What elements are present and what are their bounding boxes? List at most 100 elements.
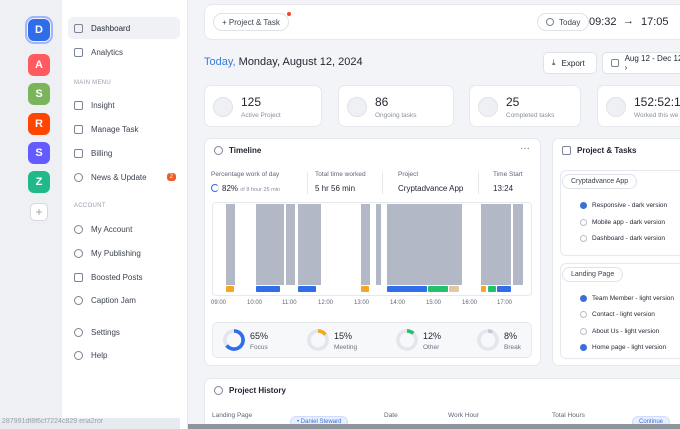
timeline-block	[513, 204, 523, 285]
history-col-header: Total Hours	[552, 412, 585, 419]
timeline-chart	[212, 202, 532, 296]
chart-icon	[74, 47, 83, 57]
page-title: Today, Monday, August 12, 2024	[204, 56, 363, 68]
export-button[interactable]: ⤓ Export	[543, 52, 597, 74]
reddit-icon[interactable]: R	[28, 113, 50, 135]
time-end: 17:05	[641, 16, 669, 28]
checkbox-icon[interactable]	[580, 219, 587, 226]
sidebar-item-my-publishing[interactable]: My Publishing	[68, 242, 180, 264]
project-history-card: Project History	[204, 378, 680, 429]
group-chip-landing-page[interactable]: Landing Page	[562, 267, 624, 282]
timeline-chip	[361, 286, 369, 292]
notification-dot	[286, 12, 291, 16]
focus-ring	[223, 329, 245, 351]
shopify-icon[interactable]: S	[28, 83, 50, 105]
sidebar-item-billing[interactable]: Billing	[68, 142, 180, 164]
timeline-block	[256, 204, 284, 285]
sidebar-item-settings[interactable]: Settings	[68, 321, 180, 343]
add-project-task-button[interactable]: + Project & Task	[213, 12, 291, 31]
app-icon[interactable]: Z	[28, 171, 50, 193]
metric-project: Project Cryptadvance App	[398, 171, 464, 193]
horizontal-scrollbar[interactable]	[188, 424, 680, 429]
gear-icon	[74, 327, 83, 337]
section-account: ACCOUNT	[74, 203, 106, 209]
other-ring	[396, 329, 418, 351]
sidebar-item-boosted-posts[interactable]: Boosted Posts	[68, 266, 180, 288]
tick-label: 12:00	[318, 300, 334, 306]
history-icon	[214, 386, 223, 395]
divider	[307, 172, 308, 194]
sidebar-item-news[interactable]: News & Update 2	[68, 166, 180, 188]
time-summary: 65% Focus 15% Meeting 12% Other 8% Break	[212, 322, 532, 358]
stat-worked-this-week: 152:52:1 Worked this we	[597, 85, 680, 127]
time-start: 09:32	[589, 16, 617, 28]
project-history-title: Project History	[229, 386, 286, 395]
task-item[interactable]: Team Member - light version	[580, 295, 674, 302]
other-label: Other	[423, 344, 440, 351]
timeline-chip	[226, 286, 234, 292]
sidebar-item-help[interactable]: Help	[68, 344, 180, 366]
status-hash: 287991df8f6cf7224c829 ena2ror	[0, 418, 180, 429]
checkbox-icon[interactable]	[580, 235, 587, 242]
task-item[interactable]: Contact - light version	[580, 311, 655, 318]
focus-label: Focus	[250, 344, 268, 351]
help-icon	[74, 350, 83, 360]
tick-label: 10:00	[247, 300, 263, 306]
news-badge: 2	[166, 173, 176, 181]
app-logo-icon[interactable]: D	[25, 16, 53, 44]
sidebar-item-manage-task[interactable]: Manage Task	[68, 118, 180, 140]
checkbox-icon[interactable]	[580, 344, 587, 351]
users-icon	[74, 248, 83, 258]
task-item[interactable]: Responsive - dark version	[580, 202, 667, 209]
calendar-icon	[611, 59, 619, 67]
timeline-chip	[428, 286, 448, 292]
task-item[interactable]: Home page - light version	[580, 344, 666, 351]
section-main-menu: MAIN MENU	[74, 80, 112, 86]
date-range-button[interactable]: Aug 12 - Dec 12 ›	[602, 52, 680, 74]
stripe-icon[interactable]: S	[28, 142, 50, 164]
check-folder-icon	[478, 97, 498, 117]
history-col-header: Landing Page	[212, 412, 253, 419]
megaphone-icon	[74, 272, 83, 282]
break-pct: 8%	[504, 331, 518, 341]
sidebar: Dashboard Analytics MAIN MENU Insight Ma…	[62, 0, 188, 429]
sidebar-item-my-account[interactable]: My Account	[68, 218, 180, 240]
group-chip-cryptadvance[interactable]: Cryptadvance App	[562, 174, 638, 189]
progress-icon	[347, 97, 367, 117]
sidebar-item-analytics[interactable]: Analytics	[68, 41, 180, 63]
focus-pct: 65%	[250, 331, 269, 341]
checkbox-icon[interactable]	[580, 295, 587, 302]
timeline-block	[481, 204, 511, 285]
add-app-button[interactable]: +	[30, 203, 48, 221]
task-item[interactable]: About Us - light version	[580, 328, 659, 335]
timeline-chip	[387, 286, 427, 292]
history-icon	[74, 295, 83, 305]
clip-icon	[74, 172, 83, 182]
checkbox-icon[interactable]	[580, 311, 587, 318]
folder-icon	[213, 97, 233, 117]
sidebar-item-dashboard[interactable]: Dashboard	[68, 17, 180, 39]
timeline-chip	[481, 286, 486, 292]
more-button[interactable]: ···	[520, 143, 530, 154]
task-item[interactable]: Mobile app - dark version	[580, 219, 665, 226]
tick-label: 17:00	[497, 300, 513, 306]
task-item[interactable]: Dashboard - dark version	[580, 235, 665, 242]
timeline-block	[298, 204, 321, 285]
top-bar: + Project & Task Today 09:32 → 17:05	[204, 4, 680, 40]
checkbox-icon[interactable]	[580, 202, 587, 209]
today-button[interactable]: Today	[537, 13, 590, 31]
tick-label: 11:00	[282, 300, 297, 306]
sidebar-item-caption-jam[interactable]: Caption Jam	[68, 289, 180, 311]
timeline-chip	[256, 286, 280, 292]
grid-icon	[74, 23, 83, 33]
history-col-header: Date	[384, 412, 398, 419]
tick-label: 14:00	[390, 300, 406, 306]
history-col-header: Work Hour	[448, 412, 479, 419]
sidebar-item-insight[interactable]: Insight	[68, 94, 180, 116]
timeline-chip	[497, 286, 511, 292]
checkbox-icon[interactable]	[580, 328, 587, 335]
timeline-block	[387, 204, 462, 285]
timeline-chip	[488, 286, 496, 292]
divider	[478, 172, 479, 194]
airbnb-icon[interactable]: A	[28, 54, 50, 76]
